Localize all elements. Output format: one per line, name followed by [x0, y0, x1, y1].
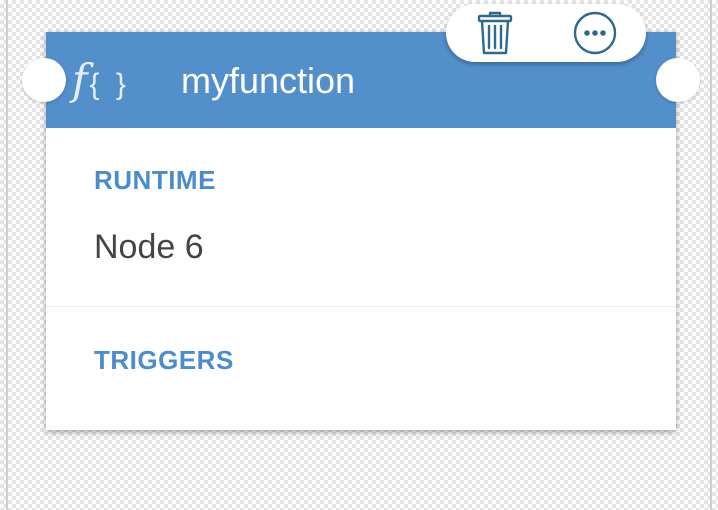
runtime-label: RUNTIME [94, 165, 216, 195]
input-connector[interactable] [22, 58, 66, 102]
trash-icon [477, 11, 513, 55]
more-options-icon [573, 11, 617, 55]
runtime-value: Node 6 [94, 228, 204, 266]
section-divider [46, 306, 676, 307]
function-icon: f{ } [72, 52, 130, 108]
function-icon-glyph: f [72, 55, 88, 104]
delete-button[interactable] [470, 8, 520, 58]
card-toolbar [446, 4, 646, 62]
function-icon-braces: { } [89, 68, 130, 101]
function-card[interactable]: f{ } myfunction RUNTIME Node 6 TRIGGERS [46, 32, 676, 430]
output-connector[interactable] [656, 58, 700, 102]
triggers-label: TRIGGERS [94, 345, 234, 375]
canvas-border-left [6, 0, 8, 510]
more-options-button[interactable] [570, 8, 620, 58]
canvas-border-right [710, 0, 712, 510]
function-title: myfunction [181, 60, 356, 101]
